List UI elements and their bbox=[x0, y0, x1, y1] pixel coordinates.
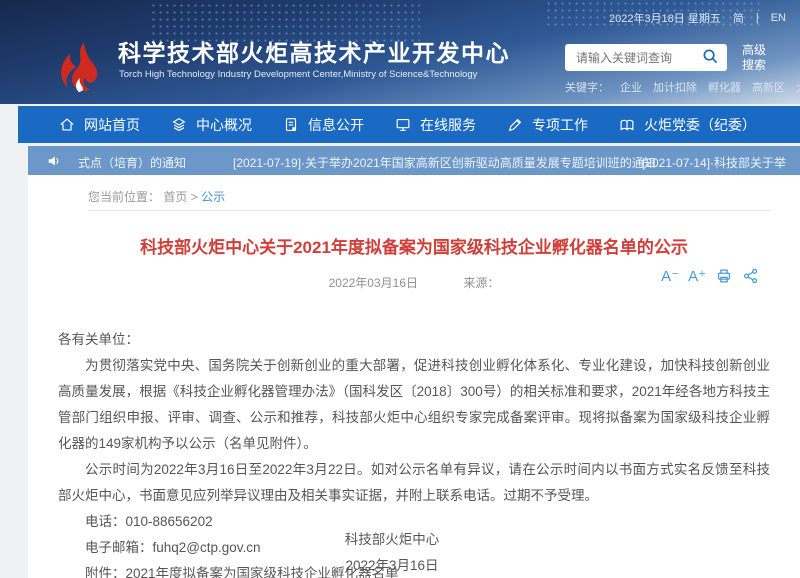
current-date: 2022年3月18日 星期五 bbox=[609, 10, 721, 26]
article-tools: A⁻ A⁺ bbox=[661, 267, 760, 285]
nav-item-home[interactable]: 网站首页 bbox=[58, 115, 140, 135]
paragraph: 公示时间为2022年3月16日至2022年3月22日。如对公示名单有异议，请在公… bbox=[58, 457, 770, 509]
breadcrumb-home-link[interactable]: 首页 bbox=[163, 190, 187, 204]
nav-label: 网站首页 bbox=[84, 115, 140, 135]
nav-item-services[interactable]: 在线服务 bbox=[394, 115, 476, 135]
lang-english-link[interactable]: EN bbox=[771, 12, 786, 24]
news-ticker: 式点（培育）的通知 [2021-07-19]·关于举办2021年国家高新区创新驱… bbox=[28, 146, 800, 175]
keyword-link[interactable]: 孵化器 bbox=[708, 79, 741, 95]
breadcrumb: 您当前位置： 首页 > 公示 bbox=[88, 188, 225, 205]
lang-simplified-link[interactable]: 简 bbox=[733, 10, 744, 26]
print-icon[interactable] bbox=[715, 267, 733, 285]
paragraph: 为贯彻落实党中央、国务院关于创新创业的重大部署，促进科技创业孵化体系化、专业化建… bbox=[58, 353, 770, 457]
pen-icon bbox=[506, 116, 524, 134]
site-title: 科学技术部火炬高技术产业开发中心 bbox=[118, 34, 510, 68]
nav-item-info[interactable]: 信息公开 bbox=[282, 115, 364, 135]
font-increase-button[interactable]: A⁺ bbox=[688, 269, 706, 284]
advanced-search-link[interactable]: 高级搜索 bbox=[740, 43, 768, 73]
keyword-link[interactable]: 大赛 bbox=[796, 79, 800, 95]
document-icon bbox=[282, 116, 300, 134]
search-button[interactable] bbox=[699, 47, 721, 69]
breadcrumb-label: 您当前位置： bbox=[88, 190, 160, 204]
nav-label: 信息公开 bbox=[308, 115, 364, 135]
nav-item-special[interactable]: 专项工作 bbox=[506, 115, 588, 135]
keyword-link[interactable]: 企业 bbox=[620, 79, 642, 95]
article-title: 科技部火炬中心关于2021年度拟备案为国家级科技企业孵化器名单的公示 bbox=[48, 233, 780, 258]
speaker-icon bbox=[46, 153, 62, 174]
keywords-label: 关键字： bbox=[565, 79, 609, 95]
monitor-icon bbox=[394, 116, 412, 134]
breadcrumb-current-link[interactable]: 公示 bbox=[201, 190, 225, 204]
search-input[interactable] bbox=[574, 50, 699, 66]
breadcrumb-divider bbox=[88, 210, 770, 211]
page: 2022年3月18日 星期五 简 | EN 科学技术部火炬高技术产业开发中心 T… bbox=[0, 0, 800, 578]
topbar: 2022年3月18日 星期五 简 | EN bbox=[609, 10, 786, 26]
ticker-item[interactable]: [2021-07-19]·关于举办2021年国家高新区创新驱动高质量发展专题培训… bbox=[233, 154, 656, 171]
hot-keywords: 关键字： 企业 加计扣除 孵化器 高新区 大赛 bbox=[565, 79, 800, 95]
ticker-item[interactable]: 式点（培育）的通知 bbox=[78, 154, 186, 171]
nav-label: 火炬党委（纪委） bbox=[644, 115, 756, 135]
nav-label: 在线服务 bbox=[420, 115, 476, 135]
signature-block: 科技部火炬中心 2022年3月16日 bbox=[28, 527, 756, 578]
nav-label: 专项工作 bbox=[532, 115, 588, 135]
salutation: 各有关单位： bbox=[58, 327, 770, 353]
signature-date: 2022年3月16日 bbox=[28, 553, 756, 578]
ticker-item[interactable]: [2021-07-14]·科技部关于举 bbox=[642, 154, 786, 171]
article-date: 2022年03月16日 bbox=[329, 276, 418, 290]
font-decrease-button[interactable]: A⁻ bbox=[661, 269, 679, 284]
torch-logo-icon[interactable] bbox=[52, 40, 108, 96]
search-box bbox=[565, 44, 727, 71]
signature-org: 科技部火炬中心 bbox=[28, 527, 756, 553]
article-source-label: 来源： bbox=[463, 276, 499, 290]
book-icon bbox=[618, 116, 636, 134]
keyword-link[interactable]: 高新区 bbox=[752, 79, 785, 95]
breadcrumb-separator: > bbox=[191, 190, 198, 204]
layers-icon bbox=[170, 116, 188, 134]
home-icon bbox=[58, 116, 76, 134]
site-subtitle: Torch High Technology Industry Developme… bbox=[119, 69, 477, 80]
topbar-divider: | bbox=[756, 12, 759, 24]
content-panel: 您当前位置： 首页 > 公示 科技部火炬中心关于2021年度拟备案为国家级科技企… bbox=[28, 175, 800, 578]
keyword-link[interactable]: 加计扣除 bbox=[653, 79, 697, 95]
nav-label: 中心概况 bbox=[196, 115, 252, 135]
site-header: 2022年3月18日 星期五 简 | EN 科学技术部火炬高技术产业开发中心 T… bbox=[0, 0, 800, 104]
nav-item-party[interactable]: 火炬党委（纪委） bbox=[618, 115, 756, 135]
main-nav: 网站首页 中心概况 信息公开 在线服务 bbox=[18, 106, 800, 143]
share-icon[interactable] bbox=[742, 267, 760, 285]
nav-item-about[interactable]: 中心概况 bbox=[170, 115, 252, 135]
search-icon bbox=[702, 48, 719, 68]
